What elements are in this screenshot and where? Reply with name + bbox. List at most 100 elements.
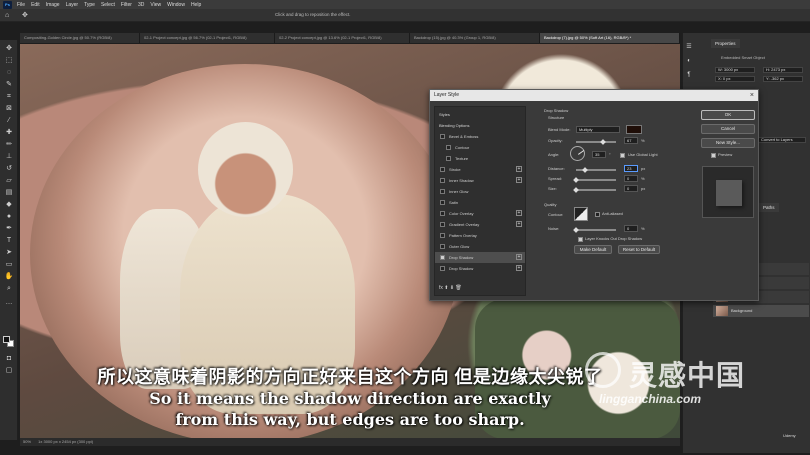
width-field[interactable]: W: 3000 px <box>715 67 755 73</box>
close-icon[interactable]: × <box>750 90 754 101</box>
menu-edit[interactable]: Edit <box>28 2 43 8</box>
properties-icon[interactable]: ☰ <box>684 42 694 52</box>
style-checkbox[interactable] <box>440 189 445 194</box>
marquee-icon[interactable]: ⬚ <box>3 56 15 66</box>
gradient-icon[interactable]: ▤ <box>3 188 15 198</box>
style-item[interactable]: Texture <box>435 153 525 164</box>
tab-doc-3[interactable]: 02-2 Project concept.jpg @ 13.6% (02-1 P… <box>275 33 410 43</box>
menu-select[interactable]: Select <box>98 2 118 8</box>
move-tool-icon[interactable]: ✥ <box>22 11 31 20</box>
lasso-icon[interactable]: ◌ <box>3 68 15 78</box>
dialog-titlebar[interactable]: Layer Style × <box>430 90 758 101</box>
style-checkbox[interactable] <box>440 134 445 139</box>
eraser-icon[interactable]: ▱ <box>3 176 15 186</box>
style-item[interactable]: Pattern Overlay <box>435 230 525 241</box>
hand-icon[interactable]: ✋ <box>3 272 15 282</box>
style-checkbox[interactable] <box>440 211 445 216</box>
style-item[interactable]: Gradient Overlay + <box>435 219 525 230</box>
add-style-button[interactable]: + <box>516 221 522 227</box>
style-checkbox[interactable] <box>440 255 445 260</box>
new-style-button[interactable]: New Style... <box>701 138 755 148</box>
anti-aliased-checkbox[interactable] <box>595 212 600 217</box>
add-style-button[interactable]: + <box>516 210 522 216</box>
tab-doc-active[interactable]: Backdrop (7).jpg @ 50% (Soft Art (16), R… <box>540 33 680 43</box>
tab-paths[interactable]: Paths <box>759 203 779 212</box>
contour-picker[interactable] <box>574 207 588 221</box>
height-field[interactable]: H: 2473 px <box>763 67 803 73</box>
x-field[interactable]: X: 0 px <box>715 76 755 82</box>
style-item[interactable]: Outer Glow <box>435 241 525 252</box>
spread-field[interactable]: 0 <box>624 175 638 182</box>
style-item-selected[interactable]: Drop Shadow + <box>435 252 525 263</box>
healing-icon[interactable]: ✚ <box>3 128 15 138</box>
style-checkbox[interactable] <box>440 222 445 227</box>
adjust-icon[interactable]: ◐ <box>684 56 694 66</box>
crop-icon[interactable]: ⌗ <box>3 92 15 102</box>
angle-dial[interactable] <box>570 146 585 161</box>
style-item[interactable]: Stroke + <box>435 164 525 175</box>
add-style-button[interactable]: + <box>516 177 522 183</box>
eyedropper-icon[interactable]: ⁄ <box>3 116 15 126</box>
opacity-slider-knob[interactable] <box>599 139 606 145</box>
menu-3d[interactable]: 3D <box>135 2 147 8</box>
preview-checkbox[interactable] <box>711 153 716 158</box>
zoom-icon[interactable]: ⌕ <box>3 284 15 294</box>
menu-layer[interactable]: Layer <box>63 2 82 8</box>
noise-slider[interactable] <box>576 229 616 231</box>
paragraph-icon[interactable]: ¶ <box>684 70 694 80</box>
tab-doc-1[interactable]: Compositing-Golden Circle.jpg @ 50.7% (R… <box>20 33 140 43</box>
menu-type[interactable]: Type <box>81 2 98 8</box>
blur-icon[interactable]: ◆ <box>3 200 15 210</box>
noise-field[interactable]: 0 <box>624 225 638 232</box>
size-slider[interactable] <box>576 189 616 191</box>
add-style-button[interactable]: + <box>516 254 522 260</box>
more-tools-icon[interactable]: … <box>3 298 15 308</box>
screen-mode-icon[interactable]: ▢ <box>3 366 15 376</box>
menu-filter[interactable]: Filter <box>118 2 135 8</box>
history-brush-icon[interactable]: ↺ <box>3 164 15 174</box>
path-select-icon[interactable]: ➤ <box>3 248 15 258</box>
layer-row[interactable]: Background <box>713 305 809 317</box>
knockout-checkbox[interactable] <box>578 237 583 242</box>
styles-footer-icons[interactable]: fx ⬆ ⬇ 🗑 <box>439 285 462 291</box>
style-checkbox[interactable] <box>440 178 445 183</box>
style-checkbox[interactable] <box>440 233 445 238</box>
size-field[interactable]: 0 <box>624 185 638 192</box>
style-checkbox[interactable] <box>440 200 445 205</box>
zoom-level[interactable]: 50% <box>23 439 31 444</box>
reset-to-default-button[interactable]: Reset to Default <box>618 245 660 254</box>
frame-icon[interactable]: ⊠ <box>3 104 15 114</box>
dodge-icon[interactable]: ● <box>3 212 15 222</box>
type-icon[interactable]: T <box>3 236 15 246</box>
opacity-field[interactable]: 67 <box>624 137 638 144</box>
tab-doc-4[interactable]: Backdrop (15).jpg @ 40.3% (Group 1, RGB/… <box>410 33 540 43</box>
tab-doc-2[interactable]: 02-1 Project concept.jpg @ 56.7% (02-1 P… <box>140 33 275 43</box>
convert-to-layers-button[interactable]: Convert to Layers <box>758 137 806 143</box>
shape-icon[interactable]: ▭ <box>3 260 15 270</box>
blend-mode-select[interactable]: Multiply <box>576 126 620 133</box>
style-checkbox[interactable] <box>446 156 451 161</box>
menu-image[interactable]: Image <box>43 2 63 8</box>
style-item[interactable]: Bevel & Emboss <box>435 131 525 142</box>
photoshop-logo[interactable]: Ps <box>3 0 12 9</box>
cancel-button[interactable]: Cancel <box>701 124 755 134</box>
home-icon[interactable]: ⌂ <box>5 11 14 20</box>
add-style-button[interactable]: + <box>516 265 522 271</box>
style-item[interactable]: Inner Glow <box>435 186 525 197</box>
style-checkbox[interactable] <box>446 145 451 150</box>
pen-icon[interactable]: ✒ <box>3 224 15 234</box>
blending-options[interactable]: Blending Options <box>435 120 525 131</box>
make-default-button[interactable]: Make Default <box>574 245 612 254</box>
style-item[interactable]: Color Overlay + <box>435 208 525 219</box>
y-field[interactable]: Y: -362 px <box>763 76 803 82</box>
menu-window[interactable]: Window <box>164 2 188 8</box>
style-item[interactable]: Satin <box>435 197 525 208</box>
opacity-slider[interactable] <box>576 141 616 143</box>
spread-slider[interactable] <box>576 179 616 181</box>
distance-field[interactable]: 23 <box>624 165 638 172</box>
ok-button[interactable]: OK <box>701 110 755 120</box>
angle-field[interactable]: 35 <box>592 151 606 158</box>
style-item[interactable]: Drop Shadow + <box>435 263 525 274</box>
tab-properties[interactable]: Properties <box>711 39 740 48</box>
menu-help[interactable]: Help <box>188 2 204 8</box>
